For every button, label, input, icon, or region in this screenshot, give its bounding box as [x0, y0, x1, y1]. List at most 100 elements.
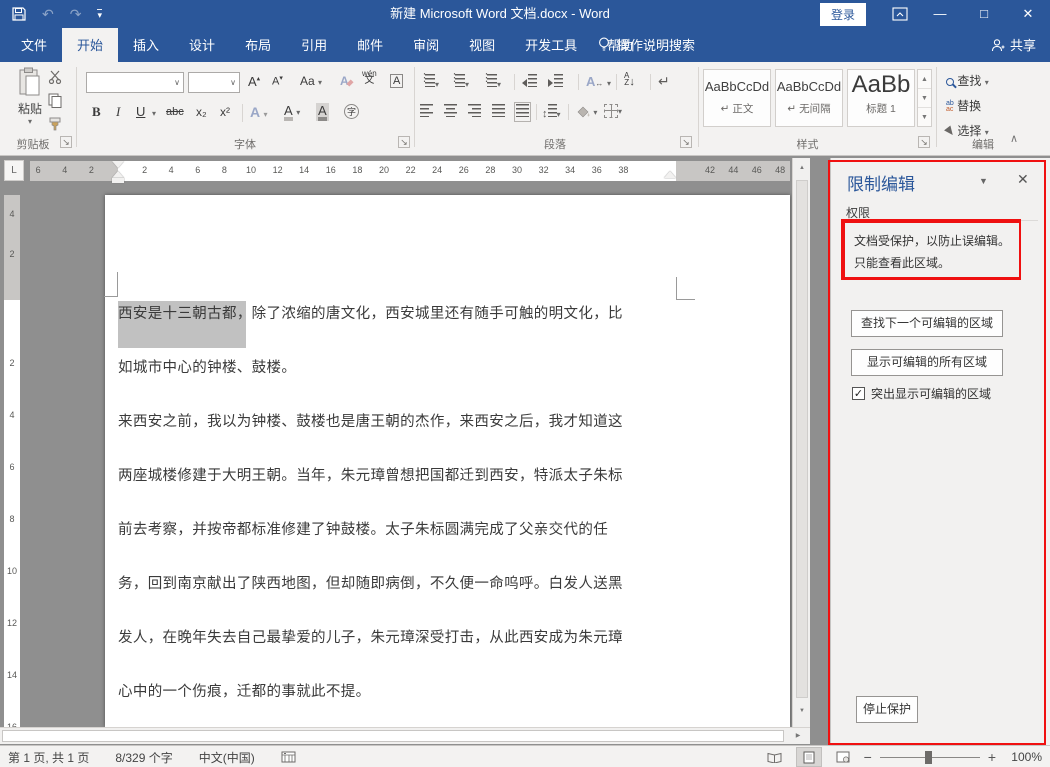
print-layout-view-icon[interactable]: [796, 747, 822, 767]
sign-in-button[interactable]: 登录: [820, 3, 866, 26]
zoom-slider[interactable]: [880, 747, 980, 767]
highlight-regions-checkbox[interactable]: ✓: [852, 387, 865, 400]
paste-button[interactable]: 粘贴 ▾: [10, 67, 50, 143]
vertical-scrollbar[interactable]: ▲ ▼: [792, 158, 810, 727]
bold-button[interactable]: B: [92, 104, 101, 120]
paste-dropdown-icon[interactable]: ▾: [10, 117, 50, 126]
language-indicator[interactable]: 中文(中国): [199, 749, 255, 766]
vertical-ruler[interactable]: 42246810121416: [4, 195, 20, 727]
font-name-dropdown-icon[interactable]: ∨: [174, 78, 180, 87]
shrink-font-button[interactable]: A▾: [272, 74, 283, 88]
italic-button[interactable]: I: [116, 104, 120, 120]
tab-文件[interactable]: 文件: [6, 26, 62, 62]
font-size-dropdown-icon[interactable]: ∨: [230, 78, 236, 87]
vertical-scrollbar-thumb[interactable]: [796, 180, 808, 698]
clipboard-dialog-launcher-icon[interactable]: ↘: [60, 136, 72, 148]
bullets-button[interactable]: ▾: [422, 74, 439, 90]
align-left-button[interactable]: [420, 104, 433, 120]
panel-close-icon[interactable]: ✕: [1017, 171, 1029, 188]
distribute-button[interactable]: [514, 102, 531, 122]
phonetic-guide-button[interactable]: wén文: [362, 70, 377, 84]
zoom-slider-thumb[interactable]: [925, 751, 932, 764]
tab-开始[interactable]: 开始: [62, 26, 118, 62]
tab-审阅[interactable]: 审阅: [398, 26, 454, 62]
clear-formatting-button[interactable]: A: [340, 74, 353, 88]
strikethrough-button[interactable]: abc: [166, 106, 184, 118]
tab-selector[interactable]: L: [4, 160, 24, 181]
text-highlight-button[interactable]: A ▾: [284, 103, 300, 121]
align-center-button[interactable]: [444, 104, 457, 120]
shading-button[interactable]: ▾: [576, 104, 597, 118]
panel-options-dropdown-icon[interactable]: ▼: [979, 176, 988, 186]
tab-插入[interactable]: 插入: [118, 26, 174, 62]
horizontal-scrollbar[interactable]: ▶: [0, 727, 810, 744]
grow-font-button[interactable]: A▴: [248, 74, 260, 89]
customize-quick-access-icon[interactable]: ▾: [97, 9, 102, 20]
multilevel-list-button[interactable]: ▾: [484, 74, 501, 90]
proofing-icon[interactable]: [281, 751, 296, 763]
style-无间隔[interactable]: AaBbCcDd↵ 无间隔: [775, 69, 843, 127]
borders-button[interactable]: ▾: [604, 103, 622, 118]
underline-dropdown-icon[interactable]: ▾: [152, 109, 156, 118]
web-layout-view-icon[interactable]: [830, 747, 856, 767]
font-size-combobox[interactable]: ∨: [188, 72, 240, 93]
tab-设计[interactable]: 设计: [174, 26, 230, 62]
horizontal-ruler[interactable]: 6422468101214161820222426283032343638424…: [30, 161, 790, 181]
copy-icon[interactable]: [48, 93, 62, 108]
find-button[interactable]: 查找 ▾: [946, 72, 989, 89]
align-right-button[interactable]: [468, 104, 481, 120]
word-count[interactable]: 8/329 个字: [115, 749, 172, 766]
enclose-characters-button[interactable]: 字: [344, 104, 359, 119]
zoom-percentage[interactable]: 100%: [1004, 750, 1042, 764]
subscript-button[interactable]: x₂: [196, 105, 207, 119]
minimize-button[interactable]: —: [918, 0, 962, 28]
ribbon-display-options-icon[interactable]: [892, 7, 908, 21]
styles-gallery-expand-icon[interactable]: ▼: [918, 108, 931, 127]
redo-icon[interactable]: ↷: [70, 7, 82, 21]
close-button[interactable]: ✕: [1006, 0, 1050, 28]
read-mode-view-icon[interactable]: [762, 747, 788, 767]
character-border-button[interactable]: A: [390, 73, 403, 88]
increase-indent-button[interactable]: [548, 74, 563, 90]
cut-icon[interactable]: [48, 70, 63, 84]
undo-icon[interactable]: ↶: [42, 7, 54, 21]
share-button[interactable]: 共享: [991, 35, 1036, 54]
tab-开发工具[interactable]: 开发工具: [510, 26, 592, 62]
horizontal-scrollbar-thumb[interactable]: [2, 730, 784, 742]
superscript-button[interactable]: x²: [220, 105, 230, 119]
right-indent-marker[interactable]: [664, 171, 676, 178]
decrease-indent-button[interactable]: [522, 74, 537, 90]
format-painter-icon[interactable]: [48, 117, 63, 132]
scroll-up-icon[interactable]: ▲: [794, 161, 810, 176]
maximize-button[interactable]: □: [962, 0, 1006, 28]
numbering-button[interactable]: ▾: [452, 74, 469, 90]
show-all-editable-regions-button[interactable]: 显示可编辑的所有区域: [851, 349, 1003, 376]
styles-dialog-launcher-icon[interactable]: ↘: [918, 136, 930, 148]
style-正文[interactable]: AaBbCcDd↵ 正文: [703, 69, 771, 127]
collapse-ribbon-icon[interactable]: ∧: [1010, 132, 1018, 145]
zoom-in-button[interactable]: +: [988, 749, 996, 765]
styles-scroll-down-icon[interactable]: ▼: [918, 89, 931, 108]
left-indent-marker[interactable]: [112, 178, 124, 183]
replace-button[interactable]: abac 替换: [946, 97, 981, 114]
text-effects-button[interactable]: A ▾: [250, 104, 268, 120]
font-name-combobox[interactable]: ∨: [86, 72, 184, 93]
styles-scroll-up-icon[interactable]: ▲: [918, 70, 931, 89]
scroll-right-icon[interactable]: ▶: [790, 730, 806, 743]
tab-布局[interactable]: 布局: [230, 26, 286, 62]
tab-视图[interactable]: 视图: [454, 26, 510, 62]
style-标题 1[interactable]: AaBb标题 1: [847, 69, 915, 127]
save-icon[interactable]: [12, 7, 26, 21]
tell-me-search[interactable]: 操作说明搜索: [598, 35, 695, 54]
stop-protection-button[interactable]: 停止保护: [856, 696, 918, 723]
underline-button[interactable]: U: [136, 104, 145, 119]
find-next-editable-region-button[interactable]: 查找下一个可编辑的区域: [851, 310, 1003, 337]
tab-邮件[interactable]: 邮件: [342, 26, 398, 62]
change-case-button[interactable]: Aa ▾: [300, 74, 322, 88]
sort-button[interactable]: AZ↓: [624, 72, 635, 86]
paragraph-dialog-launcher-icon[interactable]: ↘: [680, 136, 692, 148]
font-color-button[interactable]: A: [316, 103, 329, 121]
justify-button[interactable]: [492, 104, 505, 120]
first-line-indent-marker[interactable]: [112, 161, 124, 168]
show-hide-marks-button[interactable]: ↵: [658, 73, 670, 90]
